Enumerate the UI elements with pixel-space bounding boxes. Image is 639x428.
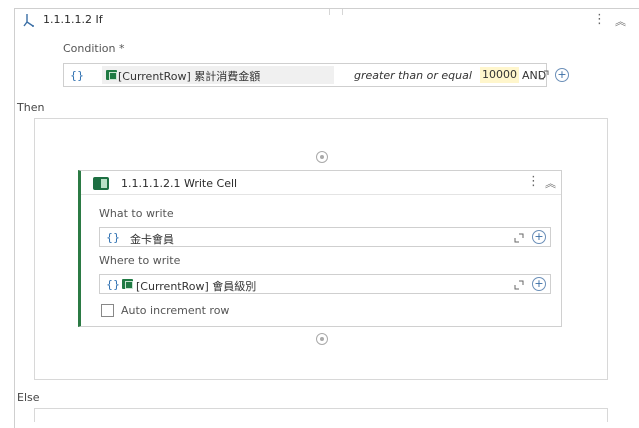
expression-braces-icon: {} [106,231,120,244]
write-cell-header[interactable]: 1.1.1.1.2.1 Write Cell ⋮ ︽ [81,171,561,195]
add-activity-icon[interactable] [316,151,328,163]
what-to-write-value: 金卡會員 [130,233,174,246]
expression-braces-icon: {} [70,69,84,82]
double-chevron-up-icon[interactable]: ︽ [545,175,556,191]
excel-icon [106,70,117,80]
branch-icon [23,14,34,27]
condition-operator[interactable]: greater than or equal [354,69,472,82]
expand-icon[interactable] [514,280,524,290]
add-condition-plus-icon[interactable]: + [555,68,569,82]
condition-variable: [CurrentRow] 累計消費金額 [118,70,261,83]
write-cell-title: 1.1.1.1.2.1 Write Cell [121,177,238,190]
write-cell-card[interactable]: 1.1.1.1.2.1 Write Cell ⋮ ︽ What to write… [78,170,562,327]
expression-braces-icon: {} [106,278,120,291]
excel-icon [93,177,109,190]
auto-increment-label: Auto increment row [121,304,230,317]
else-label: Else [17,391,40,404]
where-to-write-label: Where to write [99,254,181,267]
expand-icon[interactable] [514,233,524,243]
if-title: 1.1.1.1.2 If [43,13,103,26]
add-plus-icon[interactable]: + [532,230,546,244]
double-chevron-up-icon[interactable]: ︽ [615,13,626,29]
expand-icon[interactable] [539,70,549,80]
what-to-write-field[interactable]: {} 金卡會員 [99,227,551,247]
where-to-write-value: [CurrentRow] 會員級別 [136,280,257,293]
condition-value[interactable]: 10000 [480,67,519,83]
if-header[interactable]: 1.1.1.1.2 If ⋮ ︽ [15,9,639,31]
auto-increment-checkbox[interactable] [101,304,114,317]
add-activity-icon[interactable] [316,333,328,345]
excel-icon [122,279,133,289]
kebab-menu-icon[interactable]: ⋮ [593,12,606,27]
condition-field[interactable]: {} [CurrentRow] 累計消費金額 greater than or e… [63,63,547,87]
condition-label: Condition * [63,42,125,55]
where-to-write-field[interactable]: {} [CurrentRow] 會員級別 [99,274,551,294]
add-plus-icon[interactable]: + [532,277,546,291]
kebab-menu-icon[interactable]: ⋮ [527,174,540,189]
then-label: Then [17,101,45,114]
what-to-write-label: What to write [99,207,174,220]
